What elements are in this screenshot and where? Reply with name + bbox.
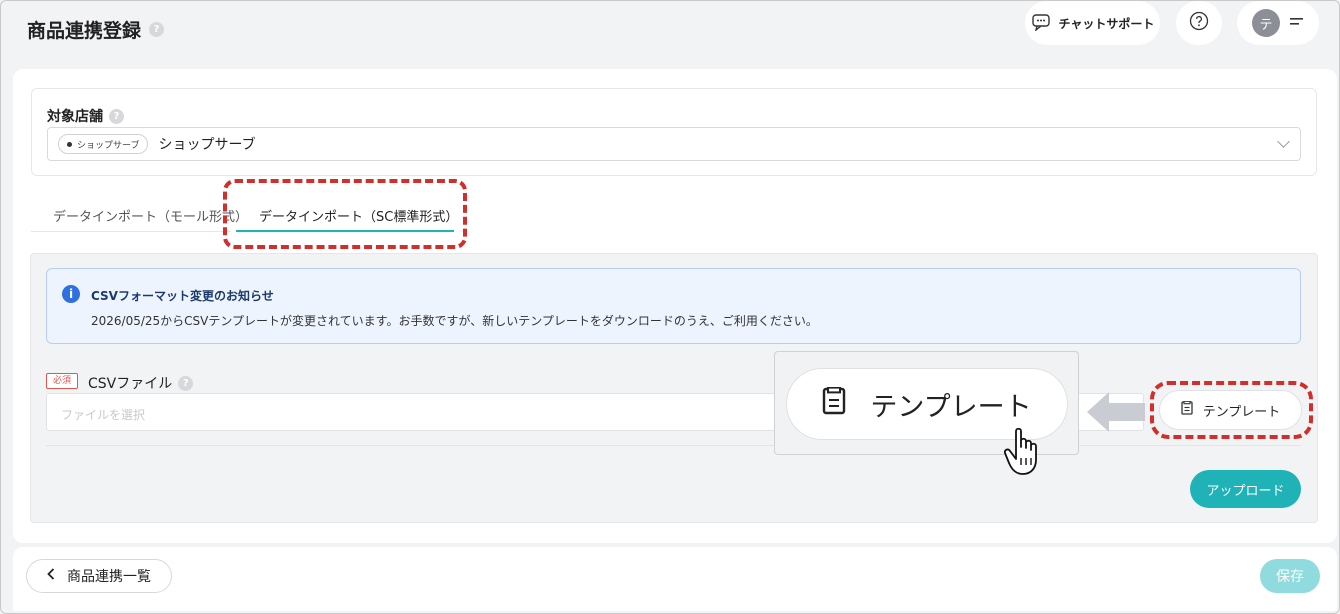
- chat-support-label: チャットサポート: [1058, 16, 1155, 31]
- back-to-list-button[interactable]: 商品連携一覧: [26, 559, 172, 593]
- tabs-baseline: [31, 231, 231, 232]
- help-button[interactable]: [1176, 1, 1222, 45]
- store-label-text: 対象店舗: [47, 109, 103, 125]
- notice-title: CSVフォーマット変更のお知らせ: [91, 289, 274, 303]
- info-icon: i: [62, 285, 80, 303]
- zoom-document-icon: [822, 386, 846, 422]
- required-badge: 必須: [46, 373, 78, 389]
- avatar: テ: [1252, 9, 1280, 37]
- store-select[interactable]: ショップサーブ ショップサーブ: [47, 127, 1301, 161]
- highlight-template-frame: [1150, 381, 1313, 439]
- notice-box: [46, 268, 1301, 344]
- zoom-template-label: テンプレート: [870, 391, 1032, 423]
- hamburger-icon: [1290, 16, 1304, 31]
- shop-chip: ショップサーブ: [58, 134, 149, 154]
- question-circle-icon: [1189, 11, 1209, 35]
- chat-bubble-icon: [1031, 13, 1051, 34]
- chat-support-button[interactable]: チャットサポート: [1025, 1, 1160, 45]
- csv-file-label-text: CSVファイル: [88, 376, 173, 392]
- chip-dot-icon: [67, 141, 72, 147]
- shop-chip-label: ショップサーブ: [77, 140, 140, 151]
- csv-help-icon[interactable]: ?: [178, 375, 194, 391]
- arrow-left-icon: [1087, 392, 1145, 436]
- app-frame: 商品連携登録 ? チャットサポート テ 対象店舗 ? ショップサーブ ショップサ…: [0, 0, 1340, 614]
- divider: [46, 445, 1301, 446]
- back-button-label: 商品連携一覧: [67, 569, 151, 585]
- page-title-text: 商品連携登録: [27, 20, 142, 42]
- store-label: 対象店舗 ?: [47, 106, 124, 126]
- store-selected-value: ショップサーブ: [158, 137, 256, 153]
- hand-pointer-icon: [1003, 427, 1048, 481]
- highlight-tab-frame: [223, 179, 467, 249]
- chevron-left-icon: [47, 568, 55, 584]
- notice-body: 2026/05/25からCSVテンプレートが変更されています。お手数ですが、新し…: [91, 314, 818, 328]
- upload-button[interactable]: アップロード: [1190, 470, 1301, 508]
- chevron-down-icon: [1277, 135, 1290, 148]
- user-menu-button[interactable]: テ: [1237, 1, 1319, 45]
- page-title: 商品連携登録 ?: [27, 16, 165, 43]
- title-help-icon[interactable]: ?: [149, 22, 165, 37]
- save-button[interactable]: 保存: [1260, 559, 1320, 593]
- store-help-icon[interactable]: ?: [109, 108, 124, 124]
- footer-bar: [13, 547, 1337, 611]
- tab-mall-format[interactable]: データインポート（モール形式）: [53, 206, 248, 225]
- csv-file-label: CSVファイル ?: [88, 373, 194, 393]
